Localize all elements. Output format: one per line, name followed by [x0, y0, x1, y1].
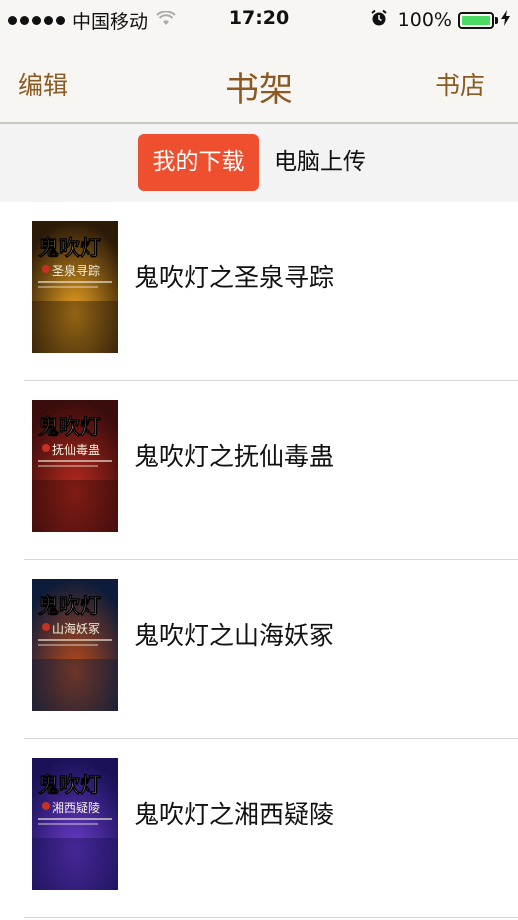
book-row[interactable]: 鬼吹灯抚仙毒蛊 鬼吹灯之抚仙毒蛊: [0, 381, 518, 560]
svg-text:抚仙毒蛊: 抚仙毒蛊: [52, 443, 100, 457]
status-bar: 中国移动 17:20 100%: [0, 0, 518, 40]
book-row[interactable]: 鬼吹灯山海妖冢 鬼吹灯之山海妖冢: [0, 560, 518, 739]
battery-percent: 100%: [397, 9, 452, 31]
svg-text:湘西疑陵: 湘西疑陵: [52, 800, 100, 815]
svg-text:山海妖冢: 山海妖冢: [52, 621, 100, 636]
charging-bolt-icon: [501, 10, 510, 30]
svg-text:鬼吹灯: 鬼吹灯: [38, 593, 101, 618]
bookstore-button[interactable]: 书店: [435, 66, 485, 102]
book-title: 鬼吹灯之湘西疑陵: [134, 799, 335, 829]
navigation-bar: 编辑 书架 书店: [0, 40, 518, 124]
book-cover-image: 鬼吹灯圣泉寻踪: [32, 221, 118, 353]
book-title: 鬼吹灯之抚仙毒蛊: [134, 441, 335, 471]
tab-my-downloads[interactable]: 我的下载: [138, 134, 259, 191]
tab-pc-upload[interactable]: 电脑上传: [265, 134, 375, 191]
book-row[interactable]: 鬼吹灯湘西疑陵 鬼吹灯之湘西疑陵: [0, 739, 518, 918]
status-right: 100%: [370, 7, 510, 33]
book-cover-image: 鬼吹灯湘西疑陵: [32, 758, 118, 890]
battery-icon: [458, 11, 494, 29]
book-cover-image: 鬼吹灯山海妖冢: [32, 579, 118, 711]
book-cover-image: 鬼吹灯抚仙毒蛊: [32, 400, 118, 532]
svg-text:圣泉寻踪: 圣泉寻踪: [52, 264, 100, 278]
book-list: 鬼吹灯 圣泉寻踪 鬼吹灯之圣泉寻踪 鬼吹灯 抚仙毒蛊 鬼吹灯之抚仙毒蛊 鬼吹灯 山海妖…: [0, 202, 518, 918]
svg-text:鬼吹灯: 鬼吹灯: [38, 414, 101, 439]
svg-text:鬼吹灯: 鬼吹灯: [38, 235, 101, 260]
book-title: 鬼吹灯之山海妖冢: [134, 620, 335, 650]
alarm-clock-icon: [370, 9, 388, 31]
svg-text:鬼吹灯: 鬼吹灯: [38, 772, 101, 797]
book-row[interactable]: 鬼吹灯圣泉寻踪 鬼吹灯之圣泉寻踪: [0, 202, 518, 381]
book-title: 鬼吹灯之圣泉寻踪: [134, 262, 335, 292]
battery-tip: [495, 16, 498, 24]
